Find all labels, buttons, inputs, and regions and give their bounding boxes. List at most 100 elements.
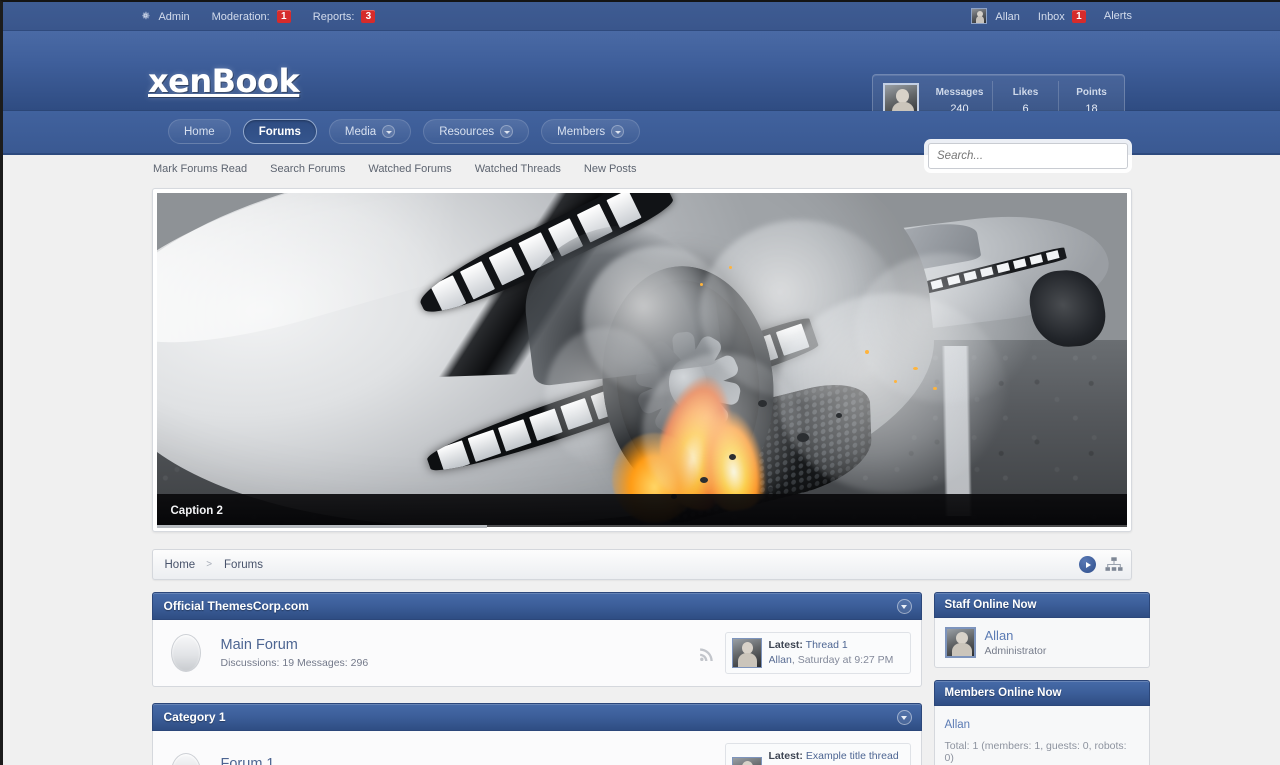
latest-post-text: Latest: Thread 1 Allan, Saturday at 9:27… (769, 638, 894, 668)
account-link[interactable]: Allan (970, 8, 1020, 24)
site-logo[interactable]: xenBook (148, 62, 300, 100)
latest-post[interactable]: Latest: Example title thread !!!!!!!!!!!… (724, 743, 911, 765)
site-header: xenBook Messages 240 Likes 6 Points 18 (3, 31, 1280, 128)
reports-label: Reports: (312, 10, 355, 23)
sub-nav-watched-forums[interactable]: Watched Forums (368, 163, 451, 175)
latest-post[interactable]: Latest: Thread 1 Allan, Saturday at 9:27… (724, 632, 911, 675)
smoke-plume (854, 253, 1035, 404)
alerts-label: Alerts (1103, 10, 1132, 22)
nav-tab-home[interactable]: Home (168, 119, 231, 144)
nav-tab-media[interactable]: Media (328, 119, 412, 144)
gear-icon (142, 11, 150, 19)
chevron-down-icon[interactable] (500, 125, 514, 138)
admin-top-bar: Admin Moderation: 1 Reports: 3 Allan Inb… (3, 2, 1280, 31)
moderation-link[interactable]: Moderation: 1 (211, 9, 291, 23)
breadcrumb-separator: > (206, 559, 213, 570)
latest-author-link[interactable]: Allan (769, 654, 792, 666)
hero-slider[interactable]: Caption 2 (151, 188, 1132, 532)
reports-link[interactable]: Reports: 3 (312, 9, 376, 23)
category-header: Official ThemesCorp.com (151, 592, 922, 620)
chevron-down-icon[interactable] (896, 709, 912, 725)
breadcrumb-actions (1078, 556, 1123, 573)
nav-tab-label: Resources (439, 125, 495, 138)
list-item[interactable]: Allan Administrator (944, 627, 1139, 658)
widget-header: Members Online Now (933, 680, 1150, 706)
stat-likes-label: Likes (1012, 87, 1039, 98)
nav-tab-forums[interactable]: Forums (242, 119, 317, 144)
sub-nav-search-forums[interactable]: Search Forums (270, 163, 345, 175)
browser-page: Admin Moderation: 1 Reports: 3 Allan Inb… (0, 0, 1280, 765)
sitemap-icon[interactable] (1104, 557, 1123, 572)
widget-title: Staff Online Now (944, 599, 1037, 611)
breadcrumb-forums[interactable]: Forums (224, 559, 263, 571)
sub-nav-new-posts[interactable]: New Posts (584, 163, 637, 175)
chevron-down-icon[interactable] (611, 125, 625, 138)
chevron-down-icon[interactable] (382, 125, 396, 138)
latest-thread-link[interactable]: Thread 1 (806, 639, 848, 651)
avatar[interactable] (944, 627, 976, 658)
search-box[interactable] (928, 143, 1128, 169)
admin-link[interactable]: Admin (140, 10, 190, 23)
forum-row[interactable]: Forum 1 Discussions: 1 Messages: 7 (153, 731, 921, 765)
smoke-plume (641, 353, 802, 514)
smoke-plume (544, 326, 665, 467)
members-online-total: Total: 1 (members: 1, guests: 0, robots:… (944, 740, 1127, 764)
latest-label: Latest: (768, 639, 803, 651)
moderation-label: Moderation: (211, 10, 270, 23)
forum-title-link[interactable]: Forum 1 (221, 756, 698, 765)
inbox-link[interactable]: Inbox 1 (1037, 9, 1086, 23)
latest-label: Latest: (768, 750, 803, 763)
forum-title-link[interactable]: Main Forum (221, 637, 698, 653)
content-wrapper: Caption 2 Home > Forums Official ThemesC… (151, 183, 1150, 765)
forum-row[interactable]: Main Forum Discussions: 19 Messages: 296 (153, 620, 921, 686)
forum-stats: Discussions: 19 Messages: 296 (220, 657, 369, 670)
sidebar: Staff Online Now Allan Administrator Mem… (933, 592, 1150, 765)
inbox-badge: 1 (1071, 9, 1086, 23)
widget-title: Members Online Now (944, 687, 1062, 699)
forum-status-icon (170, 634, 201, 673)
hero-progress-bar[interactable] (156, 525, 1129, 528)
category-title: Official ThemesCorp.com (163, 599, 309, 613)
avatar (970, 8, 987, 24)
widget-body: Allan Total: 1 (members: 1, guests: 0, r… (933, 706, 1150, 765)
hero-caption-bar: Caption 2 (156, 494, 1127, 527)
nav-tab-label: Forums (258, 125, 301, 138)
category-body: Main Forum Discussions: 19 Messages: 296 (151, 620, 922, 688)
nav-tab-resources[interactable]: Resources (423, 119, 530, 144)
nav-tab-label: Home (184, 125, 215, 138)
staff-name-link[interactable]: Allan (985, 628, 1047, 643)
alerts-link[interactable]: Alerts (1104, 10, 1132, 22)
forum-status-icon (170, 753, 201, 765)
main-columns: Official ThemesCorp.com Main Forum Discu… (151, 592, 1150, 765)
search-input[interactable] (929, 144, 1127, 168)
sub-navigation: Mark Forums Read Search Forums Watched F… (3, 143, 1280, 183)
sub-nav-mark-forums-read[interactable]: Mark Forums Read (153, 163, 247, 175)
moderation-badge: 1 (276, 9, 291, 23)
rss-icon[interactable] (698, 645, 715, 662)
nav-tab-label: Media (344, 125, 377, 138)
latest-post-text: Latest: Example title thread !!!!!!!!!!!… (769, 749, 904, 765)
hero-image: Caption 2 (156, 193, 1127, 527)
chevron-down-icon[interactable] (896, 598, 912, 614)
stat-points-label: Points (1076, 87, 1107, 98)
account-username: Allan (995, 11, 1020, 23)
category-block: Category 1 Forum 1 Discussions: 1 Messag… (151, 703, 922, 765)
breadcrumb-home[interactable]: Home (165, 559, 196, 571)
sub-nav-watched-threads[interactable]: Watched Threads (475, 163, 561, 175)
sub-nav-links: Mark Forums Read Search Forums Watched F… (153, 163, 636, 175)
category-block: Official ThemesCorp.com Main Forum Discu… (151, 592, 922, 688)
nav-tab-list: Home Forums Media Resources Members (168, 119, 641, 144)
forum-info: Main Forum Discussions: 19 Messages: 296 (221, 637, 698, 669)
breadcrumb: Home > Forums (151, 549, 1132, 580)
member-online-link[interactable]: Allan (945, 719, 971, 731)
forum-info: Forum 1 Discussions: 1 Messages: 7 (221, 756, 698, 765)
hero-caption-text: Caption 2 (170, 504, 223, 517)
widget-staff-online: Staff Online Now Allan Administrator (933, 592, 1150, 668)
nav-tab-members[interactable]: Members (541, 119, 641, 144)
avatar[interactable] (731, 638, 762, 669)
staff-details: Allan Administrator (985, 628, 1047, 657)
inbox-label: Inbox (1037, 10, 1065, 23)
play-icon[interactable] (1078, 556, 1096, 573)
category-body: Forum 1 Discussions: 1 Messages: 7 (151, 731, 922, 765)
avatar[interactable] (731, 757, 762, 765)
